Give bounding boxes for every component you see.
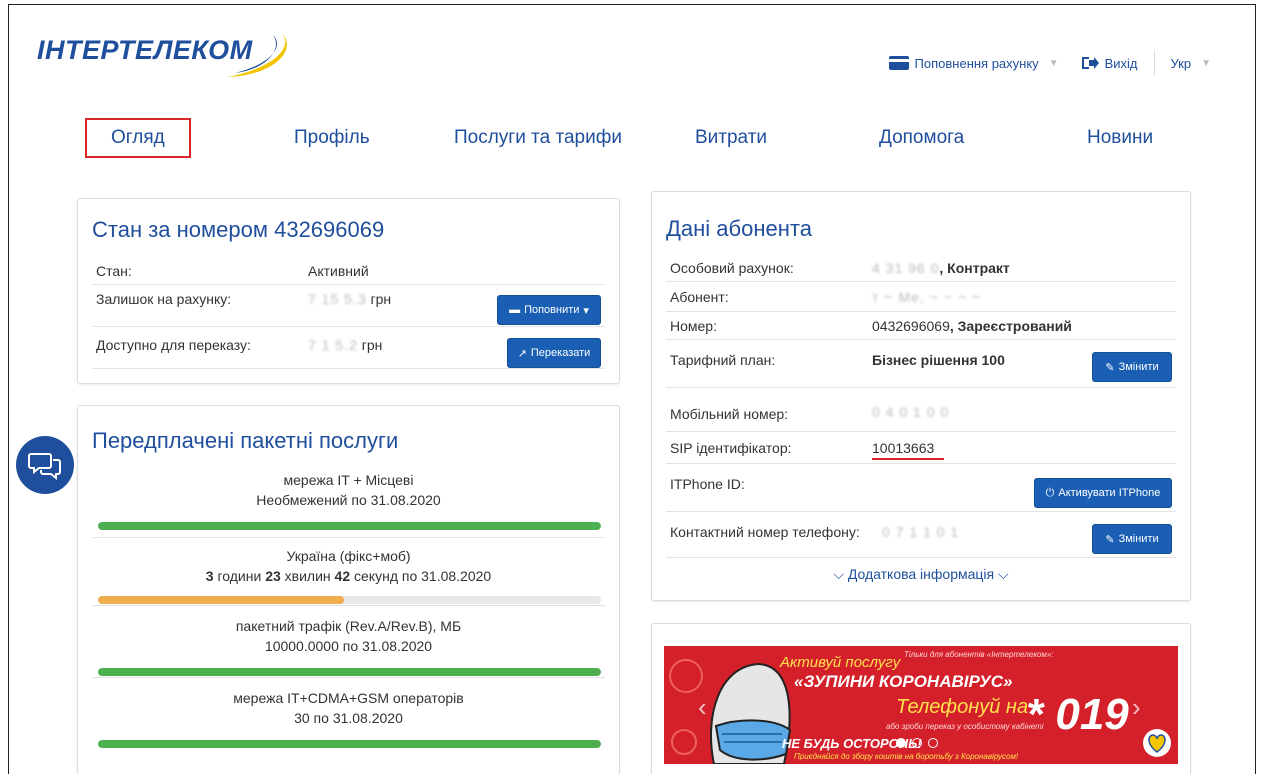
status-label: Стан: (96, 263, 132, 279)
chevron-down-icon: ▼ (1201, 57, 1211, 69)
tariff-row: Тарифний план: Бізнес рішення 100 ✎ Змін… (666, 340, 1176, 388)
nav-news[interactable]: Новини (1087, 118, 1153, 158)
mobile-row: Мобільний номер: 0 4 0 1 0 0 (666, 388, 1176, 432)
card-icon (888, 56, 909, 70)
edit-icon: ✎ (1105, 533, 1115, 546)
banner-line1: Активуй послугу (780, 654, 901, 671)
package-item: мережа IT + Місцеві Необмежений по 31.08… (92, 470, 605, 538)
carousel-dot[interactable] (928, 738, 938, 748)
nav-overview[interactable]: Огляд (85, 118, 191, 158)
header-divider (1153, 50, 1155, 76)
power-icon: ⏻ (1045, 486, 1055, 499)
change-contact-button[interactable]: ✎ Змінити (1092, 524, 1172, 554)
package-item: Україна (фікс+моб) 3 години 23 хвилин 42… (92, 538, 605, 606)
balance-value: 7 15 5.3 грн (308, 291, 392, 307)
nav-services-tariffs[interactable]: Послуги та тарифи (454, 118, 622, 158)
browser-frame: ІНТЕРТЕЛЕКОМ Поповнення рахунку ▼ Вихід … (8, 4, 1256, 774)
brand-logo[interactable]: ІНТЕРТЕЛЕКОМ (37, 25, 287, 83)
balance-row: Залишок на рахунку: 7 15 5.3 грн ▬ Попов… (92, 285, 605, 327)
chevron-down-icon: ⌵ (998, 566, 1009, 582)
subscriber-row: Абонент: т ~ Ме, ~ ~ ~ ~ (666, 282, 1176, 312)
carousel-dot[interactable] (912, 738, 922, 748)
caret-down-icon: ▾ (583, 304, 589, 317)
chat-button[interactable] (16, 436, 74, 494)
banner-code: * 019 (1026, 690, 1129, 739)
number-row: Номер: 0432696069, Зареєстрований (666, 312, 1176, 340)
transfer-button[interactable]: ↗ Переказати (507, 338, 601, 368)
package-item: пакетний трафік (Rev.A/Rev.B), МБ 10000.… (92, 606, 605, 678)
heart-emblem-icon (1143, 729, 1171, 757)
banner-sub-note: або зроби переказ у особистому кабінеті (886, 722, 1044, 731)
chevron-down-icon: ▼ (1048, 57, 1059, 69)
promo-banner[interactable]: Тільки для абонентів «Інтертелеком»: Акт… (664, 646, 1178, 764)
package-progress-bar (98, 740, 601, 748)
change-tariff-button[interactable]: ✎ Змінити (1092, 352, 1172, 382)
banner-top-note: Тільки для абонентів «Інтертелеком»: (904, 650, 1054, 659)
main-nav: Огляд Профіль Послуги та тарифи Витрати … (77, 118, 1167, 158)
subscriber-title: Дані абонента (666, 216, 812, 241)
banner-line2: «ЗУПИНИ КОРОНАВІРУС» (794, 672, 1013, 691)
chevron-down-icon: ⌵ (833, 566, 844, 582)
status-value: Активний (308, 263, 369, 279)
logout-label: Вихід (1104, 55, 1138, 71)
balance-label: Залишок на рахунку: (96, 291, 232, 307)
account-row: Особовий рахунок: 4 31 96 0, Контракт (666, 254, 1176, 282)
language-label: Укр (1170, 55, 1192, 71)
contact-row: Контактний номер телефону: 0 7 1 1 0 1 ✎… (666, 512, 1176, 558)
logo-swoosh-icon (227, 33, 287, 77)
package-progress-bar (98, 522, 601, 530)
topup-link[interactable]: Поповнення рахунку ▼ (888, 55, 1059, 71)
transfer-label: Доступно для переказу: (96, 337, 251, 353)
activate-itphone-button[interactable]: ⏻ Активувати ITPhone (1034, 478, 1172, 508)
itphone-row: ITPhone ID: ⏻ Активувати ITPhone (666, 464, 1176, 512)
nav-expenses[interactable]: Витрати (695, 118, 767, 158)
carousel-next-icon[interactable]: › (1132, 692, 1141, 723)
sip-value: 10013663 (872, 440, 945, 460)
topup-label: Поповнення рахунку (914, 55, 1039, 71)
chat-icon (28, 453, 61, 480)
nav-help[interactable]: Допомога (879, 118, 964, 158)
carousel-prev-icon[interactable]: ‹ (698, 692, 707, 723)
edit-icon: ✎ (1105, 361, 1115, 374)
topup-button[interactable]: ▬ Поповнити ▾ (497, 295, 601, 325)
logout-icon (1081, 57, 1099, 69)
share-icon: ↗ (517, 347, 527, 360)
nav-profile[interactable]: Профіль (294, 118, 370, 158)
banner-line5: Приєднайся до збору коштів на боротьбу з… (794, 752, 1019, 761)
promo-panel: Тільки для абонентів «Інтертелеком»: Акт… (651, 623, 1191, 774)
packages-title: Передплачені пакетні послуги (92, 428, 399, 453)
status-row: Стан: Активний (92, 257, 605, 285)
card-icon: ▬ (509, 304, 521, 316)
carousel-dot[interactable] (896, 738, 906, 748)
header-links: Поповнення рахунку ▼ Вихід Укр ▼ (888, 50, 1212, 76)
package-item: мережа IT+CDMA+GSM операторів 30 по 31.0… (92, 678, 605, 752)
logout-link[interactable]: Вихід (1081, 55, 1138, 71)
more-info-link[interactable]: ⌵ Додаткова інформація ⌵ (652, 566, 1190, 583)
package-progress-bar (98, 668, 601, 676)
banner-line3: Телефонуй на (896, 696, 1029, 718)
package-progress-bar (98, 596, 601, 604)
status-panel: Стан за номером 432696069 Стан: Активний… (77, 198, 620, 384)
transfer-value: 7 1 5.2 грн (308, 337, 383, 353)
packages-panel: Передплачені пакетні послуги мережа IT +… (77, 405, 620, 774)
subscriber-panel: Дані абонента Особовий рахунок: 4 31 96 … (651, 191, 1191, 601)
language-selector[interactable]: Укр ▼ (1171, 56, 1212, 71)
status-title: Стан за номером 432696069 (92, 217, 385, 242)
carousel-dots (896, 738, 938, 748)
sip-row: SIP ідентифікатор: 10013663 (666, 432, 1176, 464)
transfer-row: Доступно для переказу: 7 1 5.2 грн ↗ Пер… (92, 327, 605, 369)
